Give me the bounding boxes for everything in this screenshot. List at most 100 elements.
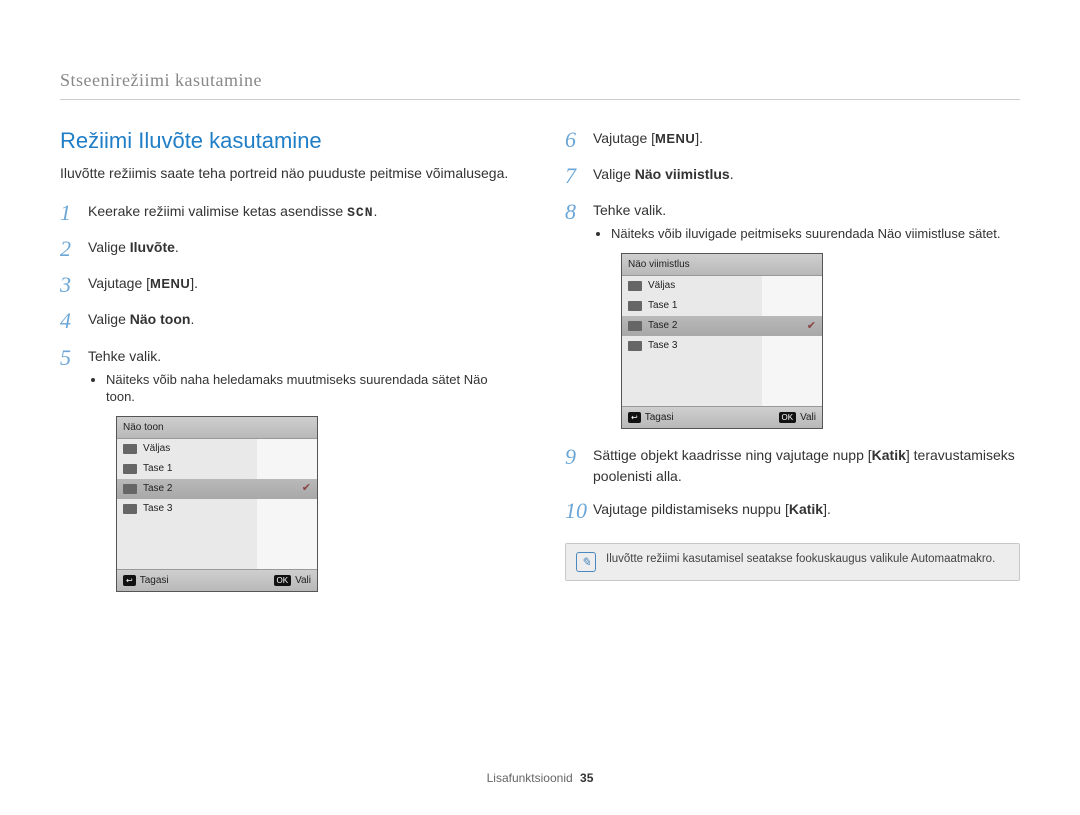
lcd-row-label: Tase 2 [648, 318, 677, 333]
level-icon [628, 281, 642, 291]
text: Tehke valik. [88, 348, 161, 364]
lcd-row-label: Tase 2 [143, 481, 172, 496]
step-text: Keerake režiimi valimise ketas asendisse… [88, 201, 515, 223]
text: Vajutage [ [593, 130, 655, 146]
lcd-back-label: Tagasi [645, 410, 674, 425]
return-icon [123, 575, 136, 586]
text: Valige [88, 239, 130, 255]
lcd-body: Väljas Tase 1 Tase 2 ✔ Tase 3 [622, 276, 822, 406]
step-number: 10 [565, 499, 593, 523]
step-text: Tehke valik. Näiteks võib naha heledamak… [88, 346, 515, 592]
lcd-empty [117, 519, 317, 569]
lcd-footer: Tagasi OKVali [622, 406, 822, 428]
lcd-ok-label: Vali [295, 573, 311, 588]
note-box: ✎ Iluvõtte režiimi kasutamisel seatakse … [565, 543, 1020, 581]
text: . [190, 311, 194, 327]
step-number: 1 [60, 201, 88, 225]
ok-icon: OK [274, 575, 292, 586]
check-icon: ✔ [302, 480, 311, 497]
level-icon [628, 341, 642, 351]
text: ]. [190, 275, 198, 291]
lcd-title: Näo viimistlus [622, 254, 822, 276]
level-icon [628, 321, 642, 331]
step: 3 Vajutage [MENU]. [60, 273, 515, 297]
step-text: Valige Näo viimistlus. [593, 164, 1020, 185]
scn-icon: SCN [347, 205, 373, 220]
menu-label: MENU [655, 131, 695, 146]
step: 1 Keerake režiimi valimise ketas asendis… [60, 201, 515, 225]
note-text: Iluvõtte režiimi kasutamisel seatakse fo… [606, 552, 995, 568]
text: Keerake režiimi valimise ketas asendisse [88, 203, 347, 219]
lcd-row-label: Väljas [143, 441, 170, 456]
level-icon [123, 484, 137, 494]
step: 9 Sättige objekt kaadrisse ning vajutage… [565, 445, 1020, 487]
step-number: 2 [60, 237, 88, 261]
text: Valige [88, 311, 130, 327]
bullet: Näiteks võib iluvigade peitmiseks suuren… [611, 225, 1020, 243]
step: 4 Valige Näo toon. [60, 309, 515, 333]
lcd-row: Väljas [622, 276, 822, 296]
page-footer: Lisafunktsioonid 35 [0, 771, 1080, 785]
lcd-empty [622, 356, 822, 406]
lcd-back-label: Tagasi [140, 573, 169, 588]
step-text: Vajutage [MENU]. [88, 273, 515, 294]
lcd-row: Väljas [117, 439, 317, 459]
lcd-row-label: Tase 1 [143, 461, 172, 476]
footer-label: Lisafunktsioonid [487, 771, 573, 785]
level-icon [123, 464, 137, 474]
sub-bullets: Näiteks võib iluvigade peitmiseks suuren… [611, 225, 1020, 243]
text-bold: Katik [789, 501, 823, 517]
lcd-row-label: Tase 3 [143, 501, 172, 516]
lcd-back: Tagasi [628, 410, 674, 425]
lcd-body: Väljas Tase 1 Tase 2 ✔ Tase 3 [117, 439, 317, 569]
text: ]. [695, 130, 703, 146]
menu-label: MENU [150, 276, 190, 291]
step-text: Valige Näo toon. [88, 309, 515, 330]
page: Stseenirežiimi kasutamine Režiimi Iluvõt… [0, 0, 1080, 644]
page-header: Stseenirežiimi kasutamine [60, 70, 1020, 100]
lcd-title: Näo toon [117, 417, 317, 439]
section-title: Režiimi Iluvõte kasutamine [60, 128, 515, 154]
step-number: 9 [565, 445, 593, 469]
step: 5 Tehke valik. Näiteks võib naha heledam… [60, 346, 515, 592]
lcd-back: Tagasi [123, 573, 169, 588]
text-bold: Katik [872, 447, 906, 463]
text-bold: Näo viimistlus [635, 166, 730, 182]
text: . [374, 203, 378, 219]
lcd-screenshot: Näo toon Väljas Tase 1 Tase 2 ✔ Tase 3 Ta… [116, 416, 318, 592]
lcd-row-label: Väljas [648, 278, 675, 293]
text: Valige [593, 166, 635, 182]
text: Tehke valik. [593, 202, 666, 218]
check-icon: ✔ [807, 318, 816, 335]
lcd-row: Tase 1 [117, 459, 317, 479]
lcd-ok-label: Vali [800, 410, 816, 425]
step-number: 7 [565, 164, 593, 188]
step-number: 5 [60, 346, 88, 370]
right-column: 6 Vajutage [MENU]. 7 Valige Näo viimistl… [565, 128, 1020, 604]
level-icon [123, 504, 137, 514]
step: 6 Vajutage [MENU]. [565, 128, 1020, 152]
text-bold: Näo toon [130, 311, 191, 327]
step-text: Vajutage [MENU]. [593, 128, 1020, 149]
text: . [730, 166, 734, 182]
step-text: Valige Iluvõte. [88, 237, 515, 258]
step: 10 Vajutage pildistamiseks nuppu [Katik]… [565, 499, 1020, 523]
left-column: Režiimi Iluvõte kasutamine Iluvõtte reži… [60, 128, 515, 604]
bullet: Näiteks võib naha heledamaks muutmiseks … [106, 371, 515, 406]
lcd-row-selected: Tase 2 ✔ [117, 479, 317, 499]
step-number: 8 [565, 200, 593, 224]
lcd-ok: OKVali [779, 410, 817, 425]
lcd-row: Tase 3 [117, 499, 317, 519]
text: Sättige objekt kaadrisse ning vajutage n… [593, 447, 872, 463]
step-text: Sättige objekt kaadrisse ning vajutage n… [593, 445, 1020, 487]
page-number: 35 [580, 771, 593, 785]
intro-text: Iluvõtte režiimis saate teha portreid nä… [60, 164, 515, 183]
level-icon [123, 444, 137, 454]
level-icon [628, 301, 642, 311]
lcd-row: Tase 3 [622, 336, 822, 356]
step: 8 Tehke valik. Näiteks võib iluvigade pe… [565, 200, 1020, 429]
right-steps: 6 Vajutage [MENU]. 7 Valige Näo viimistl… [565, 128, 1020, 523]
ok-icon: OK [779, 412, 797, 423]
step: 2 Valige Iluvõte. [60, 237, 515, 261]
lcd-row: Tase 1 [622, 296, 822, 316]
